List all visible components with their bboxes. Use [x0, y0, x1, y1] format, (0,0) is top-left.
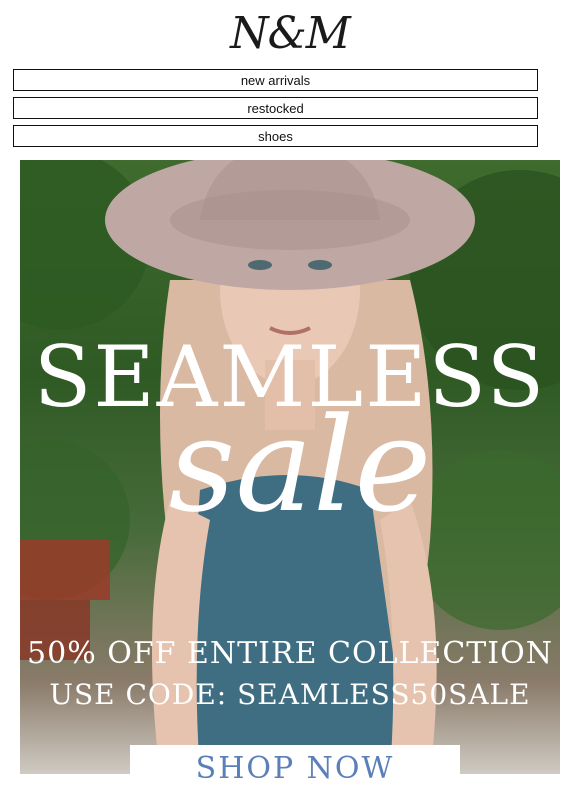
- brand-logo[interactable]: N&M: [0, 0, 580, 66]
- offer-text: 50% OFF ENTIRE COLLECTION: [27, 636, 553, 671]
- promo-code-text: USE CODE: SEAMLESS50SALE: [49, 678, 531, 711]
- shop-now-button[interactable]: SHOP NOW: [130, 745, 460, 786]
- nav-shoes-button[interactable]: shoes: [13, 125, 538, 147]
- hero-script-word: sale: [168, 389, 432, 541]
- nav-new-arrivals-button[interactable]: new arrivals: [13, 69, 538, 91]
- nav-restocked-button[interactable]: restocked: [13, 97, 538, 119]
